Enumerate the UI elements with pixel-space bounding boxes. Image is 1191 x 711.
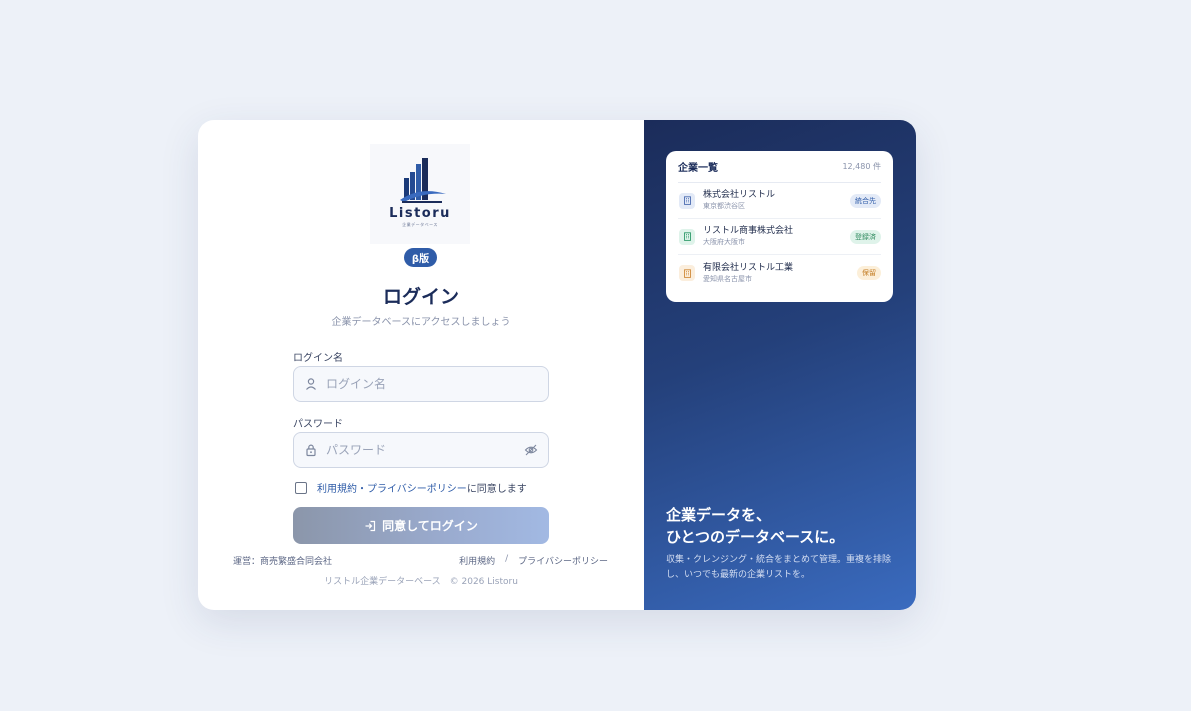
logo-building-icon <box>400 158 446 203</box>
page-title: ログイン <box>382 286 459 308</box>
login-button[interactable]: 同意してログイン <box>293 507 549 544</box>
agree-row: 利用規約・プライバシーポリシー に同意します <box>295 480 527 495</box>
login-button-label: 同意してログイン <box>382 519 478 533</box>
company-name: リストル商事株式会社 <box>703 226 794 236</box>
operator-text: 運営：商売繁盛合同会社 <box>233 557 333 567</box>
login-panel: Listoru 企業データベース β版 ログイン 企業データベースにアクセスしま… <box>198 120 644 610</box>
hero-description: 収集・クレンジング・統合をまとめて管理。重複を排除し、いつでも最新の企業リストを… <box>666 555 892 580</box>
terms-privacy-link[interactable]: 利用規約・プライバシーポリシー <box>317 480 467 495</box>
hero-tagline: 企業データを、 ひとつのデータベースに。 <box>666 504 906 548</box>
company-info: リストル商事株式会社 大阪府大阪市 <box>703 225 850 248</box>
beta-badge: β版 <box>404 248 437 267</box>
terms-link[interactable]: 利用規約 <box>459 554 495 567</box>
company-location: 愛知県名古屋市 <box>703 274 752 283</box>
login-card: Listoru 企業データベース β版 ログイン 企業データベースにアクセスしま… <box>198 120 916 610</box>
company-row: 株式会社リストル 東京都渋谷区 統合先 <box>678 183 881 219</box>
username-label: ログイン名 <box>293 353 343 364</box>
company-row: リストル商事株式会社 大阪府大阪市 登録済 <box>678 219 881 255</box>
privacy-link[interactable]: プライバシーポリシー <box>518 554 608 567</box>
password-input[interactable] <box>326 443 506 457</box>
company-list-title: 企業一覧 <box>678 163 718 174</box>
username-input[interactable] <box>326 377 506 391</box>
footer-separator: / <box>505 554 509 564</box>
agree-text: に同意します <box>466 484 527 495</box>
brand-logo: Listoru 企業データベース <box>370 144 470 244</box>
company-name: 株式会社リストル <box>703 190 776 200</box>
copyright: リストル企業データーベース © 2026 Listoru <box>324 577 518 587</box>
agree-checkbox[interactable] <box>295 481 307 494</box>
tagline-line1: 企業データを、 <box>666 506 772 524</box>
login-icon <box>364 520 376 532</box>
user-icon <box>304 377 318 391</box>
company-list-header: 企業一覧 12,480 件 <box>678 151 881 183</box>
tagline-line2: ひとつのデータベースに。 <box>666 528 845 546</box>
company-list-preview: 企業一覧 12,480 件 株式会社リストル 東京都渋谷区 統合先 リストル商事株式会… <box>666 151 893 302</box>
company-info: 有限会社リストル工業 愛知県名古屋市 <box>703 262 857 285</box>
password-field[interactable] <box>293 432 549 468</box>
status-badge: 登録済 <box>850 229 881 244</box>
company-count: 12,480 件 <box>842 162 881 171</box>
company-location: 大阪府大阪市 <box>703 238 745 246</box>
page-subtitle: 企業データベースにアクセスしましょう <box>331 317 511 328</box>
lock-icon <box>304 443 318 457</box>
company-location: 東京都渋谷区 <box>703 202 745 210</box>
eye-off-icon[interactable] <box>524 443 538 457</box>
building-icon <box>679 265 695 281</box>
footer-links: 利用規約 / プライバシーポリシー <box>459 554 608 567</box>
building-icon <box>679 192 695 209</box>
logo-subtext: 企業データベース <box>402 222 438 227</box>
company-name: 有限会社リストル工業 <box>703 262 794 273</box>
username-field[interactable] <box>293 366 549 402</box>
password-label: パスワード <box>293 419 343 430</box>
hero-panel: 企業一覧 12,480 件 株式会社リストル 東京都渋谷区 統合先 リストル商事株式会… <box>644 120 916 610</box>
status-badge: 保留 <box>857 266 881 280</box>
company-info: 株式会社リストル 東京都渋谷区 <box>703 189 850 212</box>
logo-wordmark: Listoru <box>389 206 451 221</box>
company-row: 有限会社リストル工業 愛知県名古屋市 保留 <box>678 255 881 291</box>
status-badge: 統合先 <box>850 193 881 208</box>
building-icon <box>679 228 695 245</box>
